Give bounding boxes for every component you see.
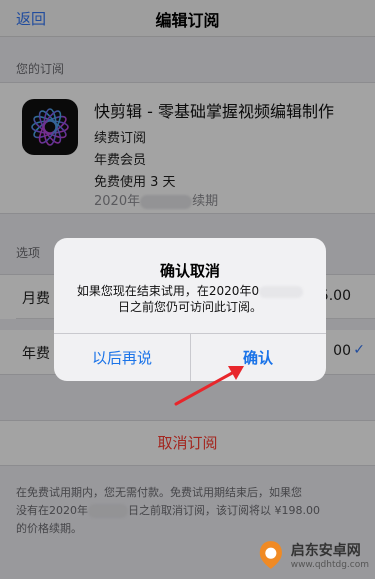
- watermark-text: 启东安卓网 www.qdhtdg.com: [291, 540, 369, 570]
- annotation-arrow-icon: [174, 366, 244, 406]
- watermark: 启东安卓网 www.qdhtdg.com: [257, 535, 369, 575]
- watermark-logo-icon: [259, 541, 282, 569]
- watermark-name: 启东安卓网: [290, 543, 361, 559]
- watermark-url: www.qdhtdg.com: [290, 560, 369, 570]
